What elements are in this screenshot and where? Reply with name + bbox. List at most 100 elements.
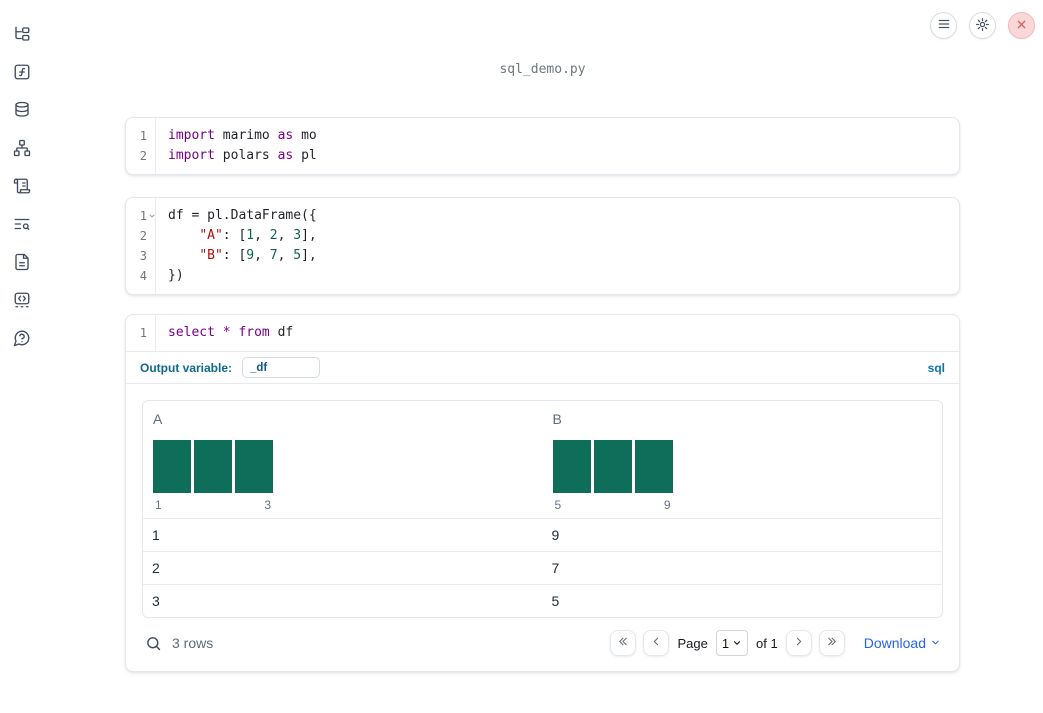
- table-cell: 9: [551, 527, 560, 543]
- histogram-ticks: 1 3: [153, 498, 273, 512]
- code-editor[interactable]: select * from df: [156, 315, 959, 351]
- cell-output: A 1 3 B 5 9 1 9 2 7 3 5 3 rows Page 1 of…: [126, 383, 959, 671]
- line-number: 2: [139, 229, 147, 243]
- chevron-down-icon: [732, 636, 742, 651]
- tick-max: 3: [264, 498, 271, 512]
- code-token: ,: [254, 228, 270, 243]
- code-token: from: [238, 325, 270, 340]
- code-token: 9: [246, 248, 255, 263]
- notebook-actions: [930, 12, 1035, 39]
- histogram-bar: [593, 440, 632, 493]
- line-number-gutter: 1: [126, 315, 156, 351]
- line-number-gutter: 12: [126, 118, 156, 174]
- help-bubble-icon[interactable]: [12, 328, 32, 348]
- code-token: : [: [222, 248, 247, 263]
- code-editor[interactable]: import marimo as mo import polars as pl: [156, 118, 959, 174]
- pagination: Page 1 of 1 Download: [610, 630, 941, 656]
- next-page-button[interactable]: [785, 630, 812, 656]
- histogram-bar: [552, 440, 591, 493]
- code-token: ,: [277, 228, 294, 243]
- dependency-graph-icon[interactable]: [12, 138, 32, 158]
- code-token: import: [168, 148, 215, 163]
- column-header-b[interactable]: B 5 9: [543, 401, 943, 518]
- code-line: "A": [1, 2, 3],: [168, 226, 959, 246]
- code-token: df: [269, 325, 294, 340]
- tick-max: 9: [663, 498, 671, 512]
- code-token: }): [168, 268, 184, 283]
- notebook-cells: 12 import marimo as mo import polars as p…: [125, 117, 960, 672]
- code-editor[interactable]: df = pl.DataFrame({ "A": [1, 2, 3], "B":…: [156, 198, 959, 294]
- line-number: 4: [139, 269, 147, 283]
- table-cell: 5: [551, 593, 560, 609]
- prev-page-button[interactable]: [643, 630, 670, 656]
- column-header-a[interactable]: A 1 3: [143, 401, 543, 518]
- table-row: 19: [143, 518, 942, 551]
- database-icon[interactable]: [12, 100, 32, 120]
- chevron-down-icon: [930, 635, 941, 651]
- code-token: ],: [301, 228, 317, 243]
- code-token: pl: [293, 148, 317, 163]
- tick-min: 5: [554, 498, 562, 512]
- table-footer: 3 rows Page 1 of 1 Download: [142, 625, 943, 661]
- code-line: import polars as pl: [168, 146, 959, 166]
- last-page-button[interactable]: [818, 630, 845, 656]
- page-select[interactable]: 1: [715, 630, 749, 656]
- close-x-icon: [1015, 18, 1028, 34]
- page-label: Page: [677, 635, 708, 651]
- histogram-bar: [634, 440, 673, 493]
- file-tree-icon[interactable]: [12, 24, 32, 44]
- fold-chevron-down-icon[interactable]: [148, 210, 157, 222]
- scroll-logs-icon[interactable]: [12, 176, 32, 196]
- histogram-a: [153, 440, 535, 493]
- download-button[interactable]: Download: [864, 635, 941, 651]
- text-search-icon[interactable]: [12, 214, 32, 234]
- code-token: 2: [269, 228, 278, 243]
- output-variable-input[interactable]: [242, 357, 321, 378]
- row-count: 3 rows: [172, 635, 214, 651]
- column-label: A: [153, 411, 163, 427]
- code-token: : [: [222, 228, 247, 243]
- code-line: import marimo as mo: [168, 126, 959, 146]
- column-label: B: [552, 411, 562, 427]
- histogram-bar: [194, 440, 232, 493]
- search-icon[interactable]: [144, 634, 162, 652]
- settings-button[interactable]: [969, 12, 996, 39]
- chevron-right-icon: [792, 635, 805, 651]
- histogram-b: [552, 440, 935, 493]
- sql-editor[interactable]: 1 select * from df: [126, 315, 959, 351]
- code-token: 1: [246, 228, 255, 243]
- tick-min: 1: [155, 498, 162, 512]
- line-number: 2: [139, 149, 147, 163]
- gear-icon: [975, 17, 990, 35]
- of-total-label: of 1: [756, 635, 778, 651]
- table-row: 35: [143, 584, 942, 617]
- first-page-button[interactable]: [610, 630, 637, 656]
- code-token: as: [277, 148, 294, 163]
- table-header: A 1 3 B 5 9: [143, 401, 942, 518]
- code-token: select: [168, 325, 215, 340]
- function-square-icon[interactable]: [12, 62, 32, 82]
- code-cell-dataframe[interactable]: 1234 df = pl.DataFrame({ "A": [1, 2, 3],…: [125, 197, 960, 295]
- code-token: df = pl.DataFrame({: [168, 208, 317, 223]
- code-token: *: [222, 325, 231, 340]
- table-cell: 3: [152, 593, 160, 609]
- menu-button[interactable]: [930, 12, 957, 39]
- code-cell-imports[interactable]: 12 import marimo as mo import polars as p…: [125, 117, 960, 175]
- table-cell: 7: [551, 560, 560, 576]
- code-token: import: [168, 128, 215, 143]
- download-label: Download: [863, 635, 926, 651]
- document-icon[interactable]: [12, 252, 32, 272]
- sidebar-panel-switcher: [0, 0, 44, 713]
- code-token: marimo: [214, 128, 278, 143]
- code-token: ,: [277, 248, 294, 263]
- hamburger-icon: [937, 17, 951, 34]
- code-line: select * from df: [168, 323, 959, 343]
- line-number: 1: [139, 326, 147, 340]
- code-snippets-icon[interactable]: [12, 290, 32, 310]
- shutdown-button[interactable]: [1008, 12, 1035, 39]
- code-token: 7: [269, 248, 278, 263]
- code-token: 3: [293, 228, 302, 243]
- code-line: "B": [9, 7, 5],: [168, 246, 959, 266]
